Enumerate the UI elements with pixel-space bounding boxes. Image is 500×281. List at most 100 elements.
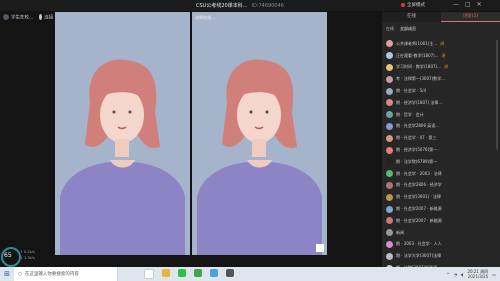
avatar: [386, 240, 393, 248]
list-item[interactable]: 正在观看-数学(1807)... 讲: [386, 50, 496, 62]
user-icon: [3, 14, 9, 20]
tab-online[interactable]: 在线: [382, 12, 441, 22]
member-name: 期 · 法学院(6789)第一: [396, 158, 438, 164]
tab-discussion[interactable]: 讨论(1): [441, 12, 500, 22]
connect-item[interactable]: 连接: [39, 14, 53, 21]
minimize-button[interactable]: —: [453, 1, 459, 9]
member-name: 期 · 社会学2806 英语...: [396, 123, 440, 129]
list-item[interactable]: 学习时间 · 数学(1807)... 讲: [386, 62, 496, 74]
app-icon[interactable]: [194, 269, 202, 277]
member-list-scrollbar[interactable]: [496, 40, 498, 150]
title-bar: CSU公考线20课本科... ID:74690046 全屏模式 — □ ✕: [0, 0, 500, 11]
list-item[interactable]: 期 · 社会学 · 07 · 第三: [386, 132, 496, 144]
network-icon[interactable]: ◔: [454, 272, 458, 277]
maximize-button[interactable]: □: [465, 1, 471, 9]
start-button[interactable]: ⊞: [0, 267, 14, 281]
avatar: [386, 205, 393, 213]
list-item[interactable]: 期 · 哲学 · 会计: [386, 109, 496, 121]
panel-subtabs: 在线 全部成员: [386, 26, 416, 32]
member-name: 期 · 社会学 · 2003 · 法律: [396, 170, 442, 176]
member-list: 公共课老师(1001)主... 讲 正在观看-数学(1807)... 讲 学习时间 …: [386, 38, 496, 274]
member-name: 学习时间 · 数学(1807)...: [396, 64, 441, 70]
list-item[interactable]: 期 · 社会学2806 · 经济学: [386, 180, 496, 192]
video-area: 讲师在线...: [55, 12, 327, 255]
speed-value: 65: [4, 252, 12, 259]
member-name: 期 · 经济学(5076)第一 ·: [396, 147, 440, 153]
avatar: [386, 146, 393, 154]
app-icon[interactable]: [162, 269, 170, 277]
member-name: 期 · 哲学 · 会计: [396, 111, 424, 117]
list-item[interactable]: 期 · 社会学2007 · 新能源: [386, 215, 496, 227]
list-item[interactable]: 考 · 法律第一(3007)数学...: [386, 73, 496, 85]
list-item[interactable]: 期 · 社会学 · 2003 · 法律: [386, 168, 496, 180]
member-name: 期 · 社会学2806 · 经济学: [396, 182, 442, 188]
subtab-all-members[interactable]: 全部成员: [400, 26, 416, 32]
list-item[interactable]: 期 · 社会学2806 英语...: [386, 121, 496, 133]
avatar: [386, 170, 393, 178]
avatar: [386, 40, 393, 48]
clock-date: 2021/3/25: [467, 274, 489, 279]
window-title: CSU公考线20课本科... ID:74690046: [196, 2, 284, 9]
avatar-illustration: [197, 59, 324, 255]
mode-dot-icon: [401, 3, 405, 7]
avatar: [386, 122, 393, 130]
avatar: [386, 181, 393, 189]
member-name: 考 · 法律第一(3007)数学...: [396, 76, 445, 82]
top-left-info: 学生在校... 连接: [3, 14, 53, 21]
window-controls: — □ ✕: [453, 1, 482, 9]
upload-rate: ↑ 0.2k/s: [20, 250, 35, 254]
student-item-label: 学生在校...: [11, 15, 34, 21]
video-tile-right[interactable]: 讲师在线...: [192, 12, 327, 255]
avatar: [386, 217, 393, 225]
list-item[interactable]: 新闻: [386, 227, 496, 239]
list-item[interactable]: 期 · 社会学 · 5/4: [386, 85, 496, 97]
network-status: 65 ↑ 0.2k/s ↓ 1.3k/s: [0, 246, 35, 268]
windows-icon: ⊞: [4, 270, 10, 278]
app-icon[interactable]: [226, 269, 234, 277]
video-tile-left[interactable]: [55, 12, 190, 255]
subtab-online[interactable]: 在线: [386, 26, 394, 32]
avatar: [386, 63, 393, 71]
taskbar: ⊞ ○ 在这里输入你要搜索的内容 ^ ◔ ◖ 20:21 周四 2021/3/2…: [0, 267, 500, 281]
student-item[interactable]: 学生在校...: [3, 14, 33, 21]
avatar: [386, 252, 393, 260]
list-item[interactable]: 期 · 经济学(1807) 法律...: [386, 97, 496, 109]
list-item[interactable]: 期 · 2003 · 社会学 · 人人: [386, 239, 496, 251]
list-item[interactable]: 期 · 社会学2007 · 新能源: [386, 203, 496, 215]
member-name: 正在观看-数学(1807)...: [396, 52, 439, 58]
avatar-illustration: [60, 59, 185, 255]
volume-icon[interactable]: ◖: [461, 272, 463, 277]
list-item[interactable]: 期 · 法学院(6789)第一: [386, 156, 496, 168]
corner-icon: [316, 244, 324, 252]
member-tag: 讲: [443, 64, 448, 70]
mode-toggle[interactable]: 全屏模式: [401, 2, 425, 8]
member-name: 期 · 2003 · 社会学 · 人人: [396, 241, 442, 247]
app-icon[interactable]: [210, 269, 218, 277]
connect-item-label: 连接: [44, 15, 54, 21]
taskbar-search[interactable]: ○ 在这里输入你要搜索的内容: [14, 267, 118, 281]
download-rate: ↓ 1.3k/s: [20, 256, 35, 260]
mode-label: 全屏模式: [407, 3, 425, 8]
app-icon[interactable]: [178, 269, 186, 277]
list-item[interactable]: 期 · 经济学(5076)第一 ·: [386, 144, 496, 156]
clock[interactable]: 20:21 周四 2021/3/25: [467, 269, 488, 279]
side-panel: 在线 讨论(1) 在线 全部成员 公共课老师(1001)主... 讲 正在观看-数…: [382, 12, 500, 272]
member-tag: 讲: [440, 40, 445, 46]
search-placeholder: 在这里输入你要搜索的内容: [24, 272, 79, 277]
member-name: 期 · 社会学2007 · 新能源: [396, 217, 442, 223]
notification-icon[interactable]: ▭: [492, 272, 496, 277]
panel-tabs: 在线 讨论(1): [382, 12, 500, 22]
room-id: ID:74690046: [251, 3, 284, 9]
member-name: 新闻: [396, 229, 404, 235]
tray-up-icon[interactable]: ^: [446, 272, 449, 277]
search-icon: ○: [18, 271, 22, 277]
close-button[interactable]: ✕: [477, 1, 482, 9]
member-name: 期 · 社会学(3001) · 法律: [396, 194, 441, 200]
avatar: [386, 111, 393, 119]
list-item[interactable]: 期 · 社会学(3001) · 法律: [386, 191, 496, 203]
list-item[interactable]: 期 · 法学大学(3007)法律: [386, 250, 496, 262]
system-tray: ^ ◔ ◖ 20:21 周四 2021/3/25 ▭: [446, 267, 496, 281]
list-item[interactable]: 公共课老师(1001)主... 讲: [386, 38, 496, 50]
app-icon[interactable]: [144, 269, 154, 279]
avatar: [386, 75, 393, 83]
